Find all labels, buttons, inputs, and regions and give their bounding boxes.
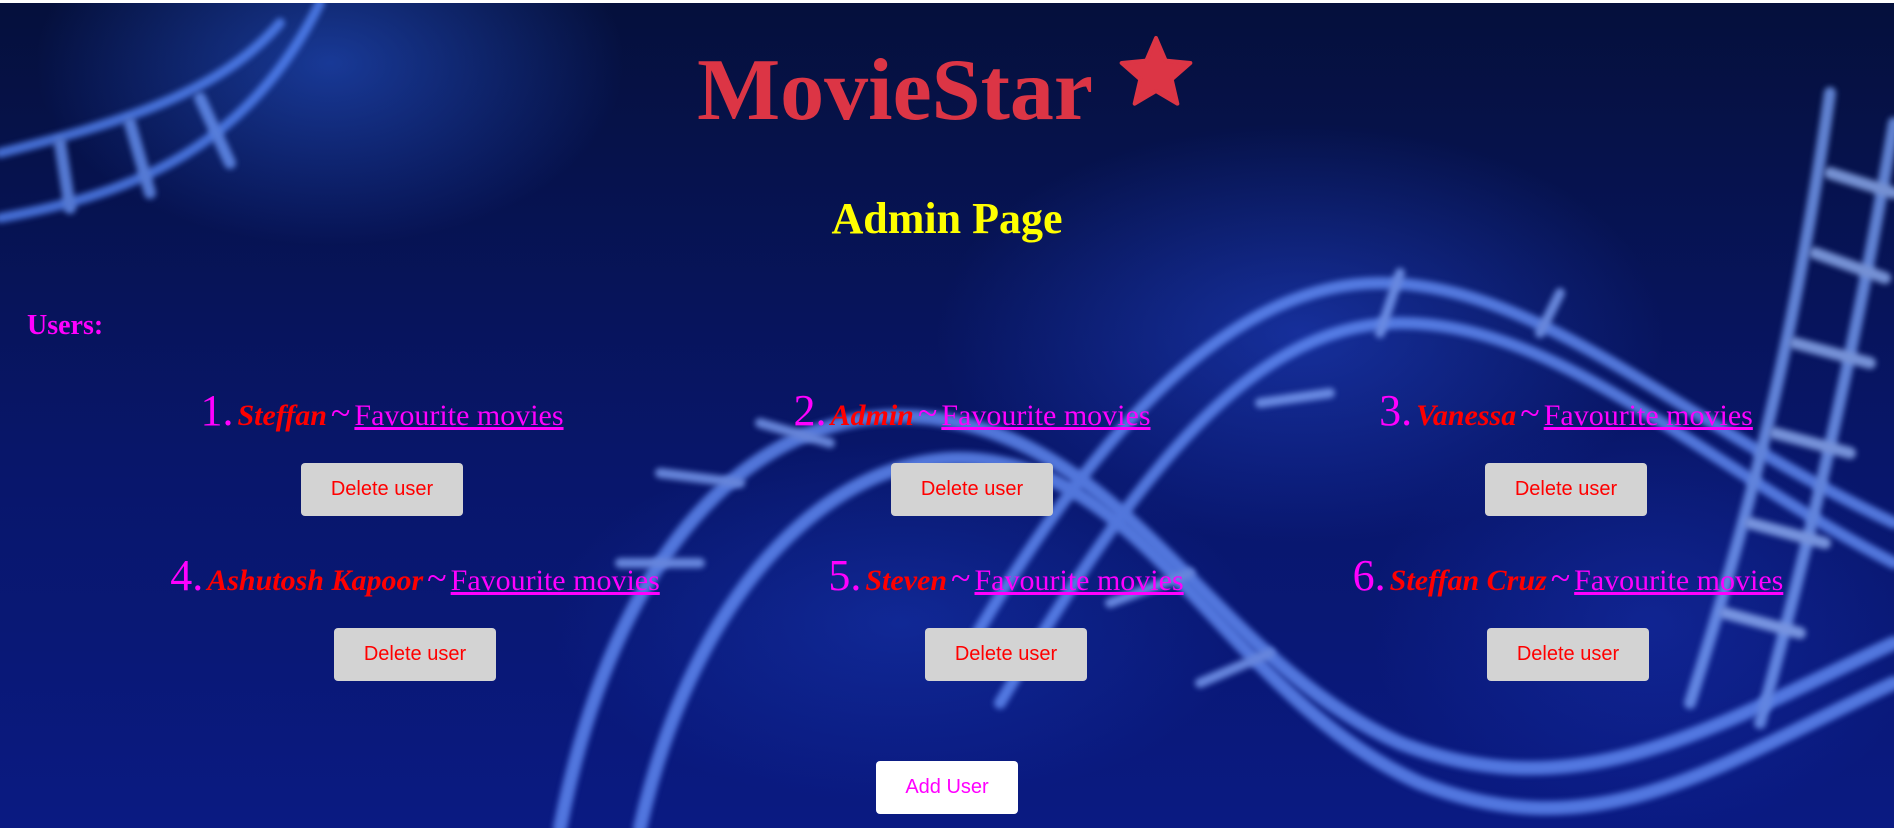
user-separator: ~: [330, 393, 351, 433]
user-line: 5. Steven ~ Favourite movies: [706, 551, 1306, 601]
favourite-movies-link[interactable]: Favourite movies: [941, 399, 1150, 432]
user-name: Steffan Cruz: [1389, 564, 1547, 597]
favourite-movies-link[interactable]: Favourite movies: [1544, 399, 1753, 432]
user-card: 6. Steffan Cruz ~ Favourite movies Delet…: [1268, 551, 1868, 681]
brand-title: MovieStar: [697, 42, 1093, 139]
favourite-movies-link[interactable]: Favourite movies: [975, 564, 1184, 597]
page-title: Admin Page: [831, 194, 1063, 243]
favourite-movies-link[interactable]: Favourite movies: [1574, 564, 1783, 597]
user-card: 5. Steven ~ Favourite movies Delete user: [706, 551, 1306, 681]
user-separator: ~: [951, 558, 971, 598]
brand-header: MovieStar: [0, 33, 1894, 141]
user-card: 4. Ashutosh Kapoor ~ Favourite movies De…: [115, 551, 715, 681]
user-line: 4. Ashutosh Kapoor ~ Favourite movies: [115, 551, 715, 601]
user-separator: ~: [917, 393, 938, 433]
user-index: 1.: [200, 386, 234, 435]
user-card: 1. Steffan ~ Favourite movies Delete use…: [82, 386, 682, 516]
user-separator: ~: [1550, 558, 1571, 598]
user-index: 6.: [1352, 551, 1386, 600]
user-name: Admin: [830, 399, 914, 432]
user-line: 2. Admin ~ Favourite movies: [672, 386, 1272, 436]
user-name: Ashutosh Kapoor: [207, 564, 424, 597]
delete-user-button[interactable]: Delete user: [1487, 628, 1649, 681]
user-index: 5.: [828, 551, 862, 600]
user-card: 3. Vanessa ~ Favourite movies Delete use…: [1266, 386, 1866, 516]
delete-user-button[interactable]: Delete user: [334, 628, 496, 681]
user-separator: ~: [1520, 393, 1540, 433]
user-line: 3. Vanessa ~ Favourite movies: [1266, 386, 1866, 436]
favourite-movies-link[interactable]: Favourite movies: [451, 564, 660, 597]
user-name: Steffan: [237, 399, 327, 432]
users-label: Users:: [27, 310, 104, 341]
user-card: 2. Admin ~ Favourite movies Delete user: [672, 386, 1272, 516]
user-line: 6. Steffan Cruz ~ Favourite movies: [1268, 551, 1868, 601]
user-index: 3.: [1379, 386, 1413, 435]
user-index: 2.: [793, 386, 827, 435]
delete-user-button[interactable]: Delete user: [301, 463, 463, 516]
user-name: Steven: [865, 564, 948, 597]
user-index: 4.: [170, 551, 204, 600]
favourite-movies-link[interactable]: Favourite movies: [354, 399, 563, 432]
page-background: MovieStar Admin Page Users: 1. Steffan ~…: [0, 3, 1894, 828]
star-icon: [1119, 36, 1193, 106]
add-user-button[interactable]: Add User: [876, 761, 1018, 814]
user-name: Vanessa: [1416, 399, 1517, 432]
delete-user-button[interactable]: Delete user: [925, 628, 1087, 681]
delete-user-button[interactable]: Delete user: [891, 463, 1053, 516]
delete-user-button[interactable]: Delete user: [1485, 463, 1647, 516]
user-separator: ~: [427, 558, 447, 598]
user-line: 1. Steffan ~ Favourite movies: [82, 386, 682, 436]
